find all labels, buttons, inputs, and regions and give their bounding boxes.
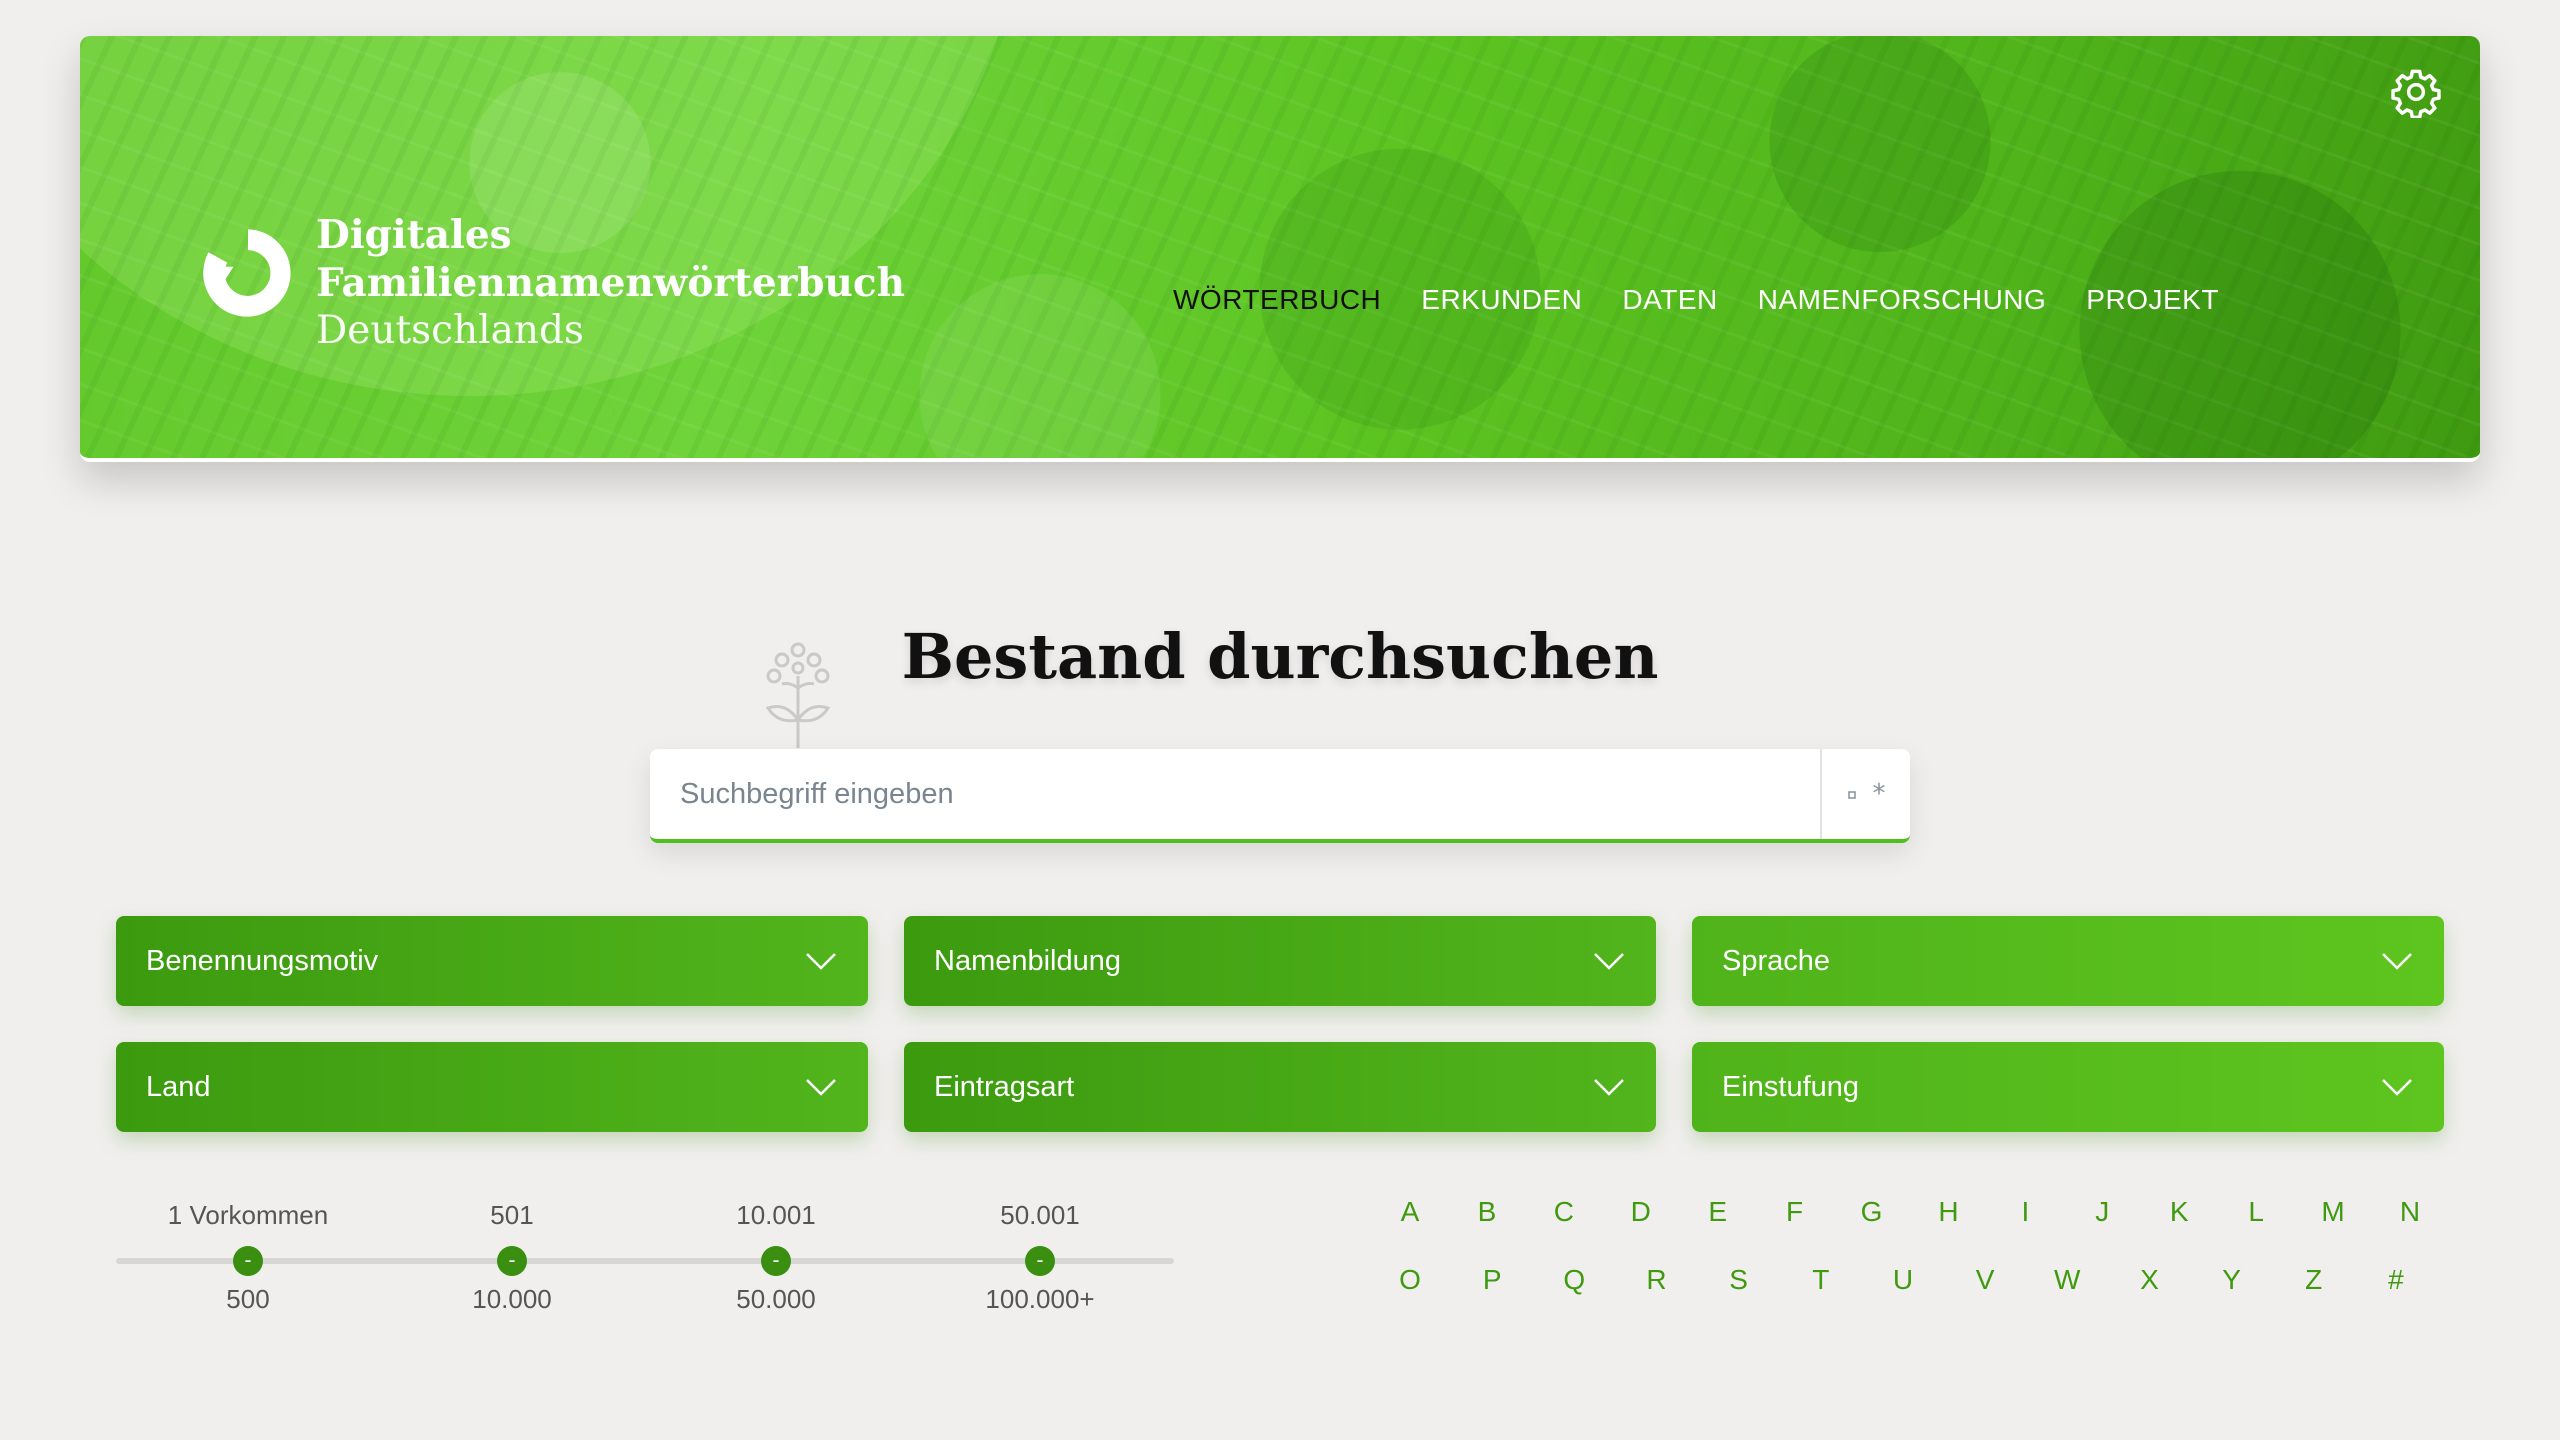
- letter-u[interactable]: U: [1883, 1264, 1923, 1296]
- logo-ring-icon: [203, 229, 291, 317]
- slider-label-bottom: 500: [226, 1284, 270, 1314]
- letter-v[interactable]: V: [1965, 1264, 2005, 1296]
- letter-k[interactable]: K: [2159, 1196, 2199, 1228]
- chevron-down-icon: [2382, 1079, 2412, 1096]
- letter-m[interactable]: M: [2313, 1196, 2353, 1228]
- filter-land[interactable]: Land: [116, 1042, 868, 1132]
- filter-label: Benennungsmotiv: [146, 944, 379, 977]
- main-nav: WÖRTERBUCH ERKUNDEN DATEN NAMENFORSCHUNG…: [1173, 284, 2219, 316]
- page-title: Bestand durchsuchen: [901, 620, 1659, 693]
- slider-label-top: 1 Vorkommen: [167, 1200, 329, 1230]
- letter-g[interactable]: G: [1852, 1196, 1892, 1228]
- search-bar: *: [650, 749, 1910, 843]
- slider-label-bottom: 10.000: [472, 1284, 552, 1314]
- filter-label: Land: [146, 1070, 211, 1103]
- filter-label: Namenbildung: [934, 944, 1122, 977]
- letter-d[interactable]: D: [1621, 1196, 1661, 1228]
- letter-f[interactable]: F: [1775, 1196, 1815, 1228]
- letter-o[interactable]: O: [1390, 1264, 1430, 1296]
- logo-line-1: Digitales: [316, 212, 512, 258]
- chevron-down-icon: [1594, 1079, 1624, 1096]
- nav-item-projekt[interactable]: PROJEKT: [2086, 284, 2219, 316]
- letter-x[interactable]: X: [2129, 1264, 2169, 1296]
- slider-label-top: 501: [490, 1200, 534, 1230]
- filter-label: Eintragsart: [934, 1070, 1075, 1103]
- slider-handle[interactable]: -: [761, 1246, 791, 1276]
- slider-label-top: 50.001: [1000, 1200, 1080, 1230]
- letter-z[interactable]: Z: [2294, 1264, 2334, 1296]
- frequency-slider: 1 Vorkommen 501 10.001 50.001 - - - - 50…: [116, 1198, 1174, 1318]
- slider-label-bottom: 50.000: [736, 1284, 816, 1314]
- letter-p[interactable]: P: [1472, 1264, 1512, 1296]
- chevron-down-icon: [1594, 953, 1624, 970]
- letter-j[interactable]: J: [2082, 1196, 2122, 1228]
- nav-item-daten[interactable]: DATEN: [1622, 284, 1717, 316]
- letter-w[interactable]: W: [2047, 1264, 2087, 1296]
- filter-label: Sprache: [1722, 944, 1831, 977]
- site-header: Digitales Familiennamenwörterbuch Deutsc…: [80, 36, 2480, 462]
- letter-a[interactable]: A: [1390, 1196, 1430, 1228]
- letter-e[interactable]: E: [1698, 1196, 1738, 1228]
- logo-line-3: Deutschlands: [316, 308, 584, 353]
- filter-eintragsart[interactable]: Eintragsart: [904, 1042, 1656, 1132]
- letter-c[interactable]: C: [1544, 1196, 1584, 1228]
- nav-item-erkunden[interactable]: ERKUNDEN: [1421, 284, 1582, 316]
- letter-t[interactable]: T: [1801, 1264, 1841, 1296]
- filter-benennungsmotiv[interactable]: Benennungsmotiv: [116, 916, 868, 1006]
- filter-namenbildung[interactable]: Namenbildung: [904, 916, 1656, 1006]
- logo-text: Digitales Familiennamenwörterbuch Deutsc…: [316, 211, 905, 355]
- logo-line-2: Familiennamenwörterbuch: [316, 260, 905, 306]
- letter-b[interactable]: B: [1467, 1196, 1507, 1228]
- nav-item-namenforschung[interactable]: NAMENFORSCHUNG: [1758, 284, 2047, 316]
- wildcard-dot-icon: [1847, 791, 1856, 799]
- search-input[interactable]: [650, 749, 1820, 839]
- wildcard-symbol: *: [1872, 779, 1886, 809]
- letter-s[interactable]: S: [1719, 1264, 1759, 1296]
- filter-einstufung[interactable]: Einstufung: [1692, 1042, 2444, 1132]
- site-logo[interactable]: Digitales Familiennamenwörterbuch Deutsc…: [196, 211, 905, 355]
- letter-y[interactable]: Y: [2212, 1264, 2252, 1296]
- letter-h[interactable]: H: [1928, 1196, 1968, 1228]
- letter-q[interactable]: Q: [1554, 1264, 1594, 1296]
- alphabet-row: A B C D E F G H I J K L M N: [1390, 1196, 2430, 1228]
- filter-sprache[interactable]: Sprache: [1692, 916, 2444, 1006]
- letter-hash[interactable]: #: [2376, 1264, 2416, 1296]
- letter-r[interactable]: R: [1636, 1264, 1676, 1296]
- chevron-down-icon: [2382, 953, 2412, 970]
- chevron-down-icon: [806, 953, 836, 970]
- slider-handle[interactable]: -: [1025, 1246, 1055, 1276]
- letter-i[interactable]: I: [2005, 1196, 2045, 1228]
- wildcard-button[interactable]: *: [1820, 749, 1910, 839]
- chevron-down-icon: [806, 1079, 836, 1096]
- slider-track[interactable]: [116, 1258, 1174, 1264]
- gear-icon[interactable]: [2390, 66, 2442, 118]
- letter-n[interactable]: N: [2390, 1196, 2430, 1228]
- slider-label-top: 10.001: [736, 1200, 816, 1230]
- filter-label: Einstufung: [1722, 1070, 1860, 1103]
- nav-item-woerterbuch[interactable]: WÖRTERBUCH: [1173, 284, 1381, 316]
- slider-handle[interactable]: -: [233, 1246, 263, 1276]
- slider-label-bottom: 100.000+: [985, 1284, 1095, 1314]
- slider-handle[interactable]: -: [497, 1246, 527, 1276]
- letter-l[interactable]: L: [2236, 1196, 2276, 1228]
- wildcard-icon: *: [1847, 779, 1886, 809]
- alphabet-index: A B C D E F G H I J K L M N O P Q R S T …: [1390, 1196, 2430, 1332]
- alphabet-row: O P Q R S T U V W X Y Z #: [1390, 1264, 2430, 1296]
